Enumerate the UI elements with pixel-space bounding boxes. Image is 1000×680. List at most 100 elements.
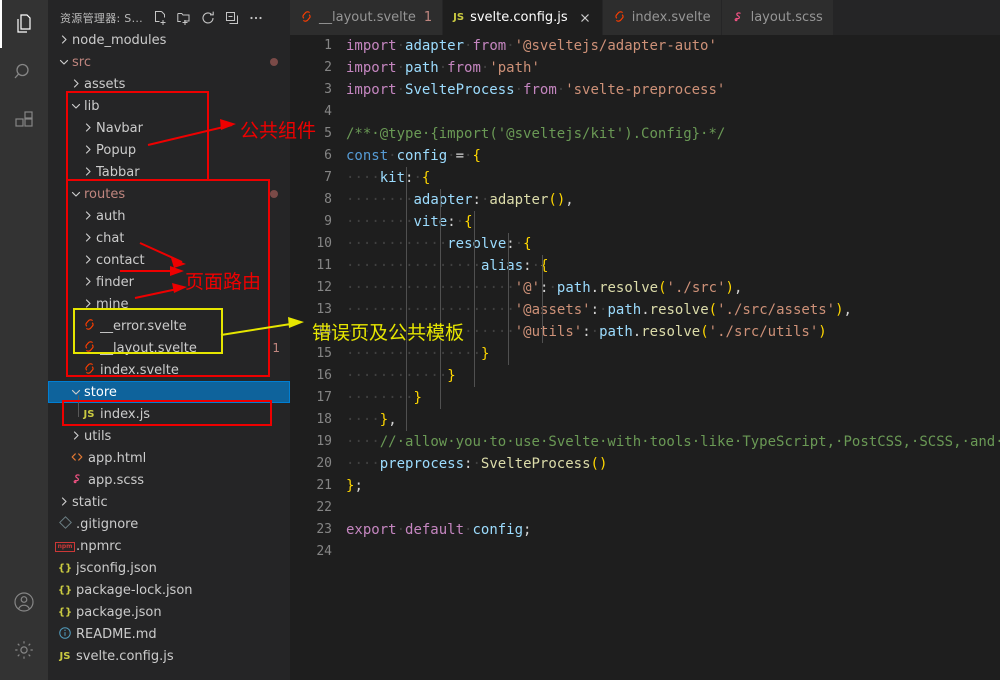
editor-tab-layout-scss[interactable]: layout.scss (721, 0, 834, 35)
code-line[interactable]: 4 (290, 101, 1000, 123)
tree-file-jsconfig-json[interactable]: {} jsconfig.json (48, 557, 290, 579)
chevron-right-icon[interactable] (68, 73, 84, 95)
code-line[interactable]: 21}; (290, 475, 1000, 497)
tree-folder-store[interactable]: store (48, 381, 290, 403)
gitignore-icon (58, 516, 72, 532)
code-line[interactable]: 6 const·config·=·{ (290, 145, 1000, 167)
chevron-right-icon[interactable] (80, 227, 96, 249)
file-type-icon: {} (56, 579, 74, 601)
tree-folder-finder[interactable]: finder (48, 271, 290, 293)
code-line[interactable]: 13 ····················'@assets':·path.re… (290, 299, 1000, 321)
file-tree[interactable]: node_modules src assets lib Navbar Popup Tabba… (48, 29, 290, 680)
tree-folder-routes[interactable]: routes (48, 183, 290, 205)
line-content: ········adapter:·adapter(), (346, 192, 574, 208)
tree-file--gitignore[interactable]: .gitignore (48, 513, 290, 535)
code-line[interactable]: 18 ····}, (290, 409, 1000, 431)
tree-folder-lib[interactable]: lib (48, 95, 290, 117)
chevron-right-icon[interactable] (80, 117, 96, 139)
new-folder-icon[interactable] (173, 7, 195, 29)
editor-tab-svelte-config-js[interactable]: JS svelte.config.js (443, 0, 603, 35)
chevron-right-icon[interactable] (80, 293, 96, 315)
tree-file-app-scss[interactable]: app.scss (48, 469, 290, 491)
code-line[interactable]: 17 ········} (290, 387, 1000, 409)
editor-indent-guide (474, 365, 475, 387)
tree-file--layout-svelte[interactable]: __layout.svelte 1 (48, 337, 290, 359)
code-line[interactable]: 5 /**·@type·{import('@sveltejs/kit').Conf… (290, 123, 1000, 145)
line-content: ············} (346, 368, 456, 384)
code-line[interactable]: 16 ············} (290, 365, 1000, 387)
ellipsis-icon[interactable] (245, 7, 267, 29)
tree-folder-auth[interactable]: auth (48, 205, 290, 227)
tree-folder-utils[interactable]: utils (48, 425, 290, 447)
chevron-right-icon[interactable] (80, 139, 96, 161)
tree-folder-mine[interactable]: mine (48, 293, 290, 315)
close-icon[interactable] (578, 11, 592, 25)
code-lines[interactable]: 1 import·adapter·from·'@sveltejs/adapter-… (290, 35, 1000, 680)
code-line[interactable]: 2 import·path·from·'path' (290, 57, 1000, 79)
collapse-all-icon[interactable] (221, 7, 243, 29)
tree-file-package-json[interactable]: {} package.json (48, 601, 290, 623)
chevron-down-icon[interactable] (68, 381, 84, 403)
activity-bar-item-accounts[interactable] (0, 578, 48, 626)
code-line[interactable]: 23 export·default·config; (290, 519, 1000, 541)
editor-indent-guide (474, 299, 475, 321)
editor-tab--layout-svelte[interactable]: __layout.svelte 1 (290, 0, 444, 35)
chevron-right-icon[interactable] (56, 29, 72, 51)
tree-folder-node-modules[interactable]: node_modules (48, 29, 290, 51)
editor-indent-guide (406, 387, 407, 409)
code-line[interactable]: 15 ················} (290, 343, 1000, 365)
code-line[interactable]: 8 ········adapter:·adapter(), (290, 189, 1000, 211)
chevron-right-icon[interactable] (68, 425, 84, 447)
line-content: ····················'@':·path.resolve('.… (346, 280, 743, 296)
tree-file--error-svelte[interactable]: __error.svelte (48, 315, 290, 337)
activity-bar-item-settings[interactable] (0, 626, 48, 674)
tree-folder-navbar[interactable]: Navbar (48, 117, 290, 139)
code-line[interactable]: 24 (290, 541, 1000, 563)
editor-tab-bar[interactable]: __layout.svelte 1 JS svelte.config.js index.… (290, 0, 1000, 35)
code-line[interactable]: 10 ············resolve:·{ (290, 233, 1000, 255)
activity-bar-item-explorer[interactable] (0, 0, 48, 48)
chevron-right-icon[interactable] (80, 161, 96, 183)
tree-file-index-js[interactable]: JS index.js (48, 403, 290, 425)
editor-indent-guide (440, 299, 441, 321)
tree-folder-assets[interactable]: assets (48, 73, 290, 95)
code-line[interactable]: 7 ····kit:·{ (290, 167, 1000, 189)
code-line[interactable]: 11 ················alias:·{ (290, 255, 1000, 277)
chevron-right-icon[interactable] (56, 491, 72, 513)
tree-folder-contact[interactable]: contact (48, 249, 290, 271)
tree-folder-tabbar[interactable]: Tabbar (48, 161, 290, 183)
editor-tab-index-svelte[interactable]: index.svelte (602, 0, 722, 35)
tree-folder-src[interactable]: src (48, 51, 290, 73)
activity-bar-item-search[interactable] (0, 48, 48, 96)
code-line[interactable]: 20 ····preprocess:·SvelteProcess() (290, 453, 1000, 475)
line-content: ········vite:·{ (346, 214, 473, 230)
tree-item-label: index.js (100, 406, 151, 422)
tree-file-svelte-config-js[interactable]: JS svelte.config.js (48, 645, 290, 667)
tree-folder-popup[interactable]: Popup (48, 139, 290, 161)
chevron-right-icon[interactable] (80, 271, 96, 293)
refresh-icon[interactable] (197, 7, 219, 29)
code-line[interactable]: 9 ········vite:·{ (290, 211, 1000, 233)
tab-file-icon (613, 10, 626, 26)
code-line[interactable]: 12 ····················'@':·path.resolve(… (290, 277, 1000, 299)
chevron-down-icon[interactable] (68, 95, 84, 117)
chevron-right-icon[interactable] (80, 205, 96, 227)
tree-file-readme-md[interactable]: README.md (48, 623, 290, 645)
tree-folder-chat[interactable]: chat (48, 227, 290, 249)
chevron-right-icon[interactable] (80, 249, 96, 271)
tree-file-app-html[interactable]: app.html (48, 447, 290, 469)
tree-file-index-svelte[interactable]: index.svelte (48, 359, 290, 381)
activity-bar-item-extensions[interactable] (0, 96, 48, 144)
tree-file-package-lock-json[interactable]: {} package-lock.json (48, 579, 290, 601)
code-line[interactable]: 3 import·SvelteProcess·from·'svelte-prepr… (290, 79, 1000, 101)
code-line[interactable]: 19 ····//·allow·you·to·use·Svelte·with·to… (290, 431, 1000, 453)
code-line[interactable]: 1 import·adapter·from·'@sveltejs/adapter-… (290, 35, 1000, 57)
tree-folder-static[interactable]: static (48, 491, 290, 513)
new-file-icon[interactable] (149, 7, 171, 29)
code-line[interactable]: 14 ····················'@utils':·path.res… (290, 321, 1000, 343)
editor-content[interactable]: 1 import·adapter·from·'@sveltejs/adapter-… (290, 35, 1000, 680)
chevron-down-icon[interactable] (68, 183, 84, 205)
chevron-down-icon[interactable] (56, 51, 72, 73)
tree-file--npmrc[interactable]: npm .npmrc (48, 535, 290, 557)
code-line[interactable]: 22 (290, 497, 1000, 519)
